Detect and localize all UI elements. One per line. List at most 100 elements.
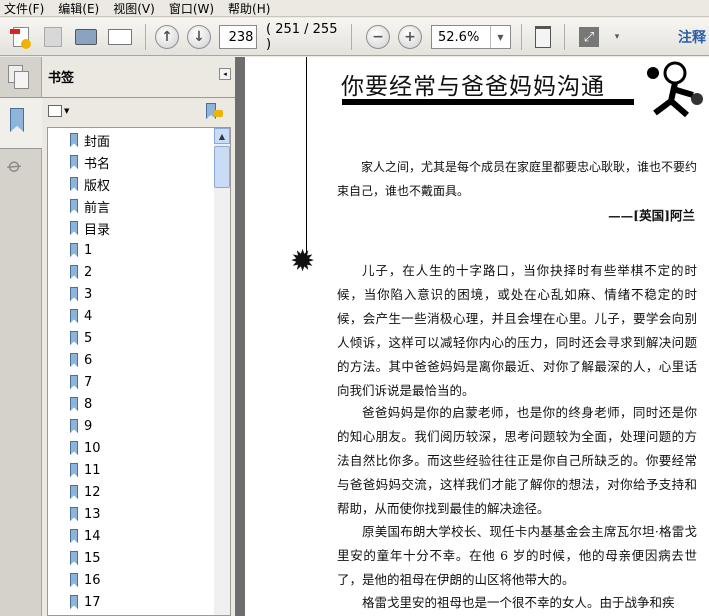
chevron-down-icon: ▼ [64,107,70,115]
epigraph-attribution: ——[英国]阿兰 [608,208,695,223]
margin-line [306,57,307,253]
menu-help[interactable]: 帮助(H) [228,0,270,17]
arrow-up-icon: ↑ [155,25,179,49]
scroll-thumb[interactable] [214,146,230,188]
pages-tab[interactable] [8,65,30,89]
bookmark-item[interactable]: 15 [70,548,101,568]
bookmark-item[interactable]: 3 [70,284,92,304]
bookmark-label: 2 [84,264,93,280]
bookmark-label: 11 [84,462,101,478]
collapse-panel-button[interactable]: ◂ [219,68,231,80]
bookmark-icon [70,309,78,323]
bookmark-icon [70,419,78,433]
panel-splitter[interactable] [235,57,245,616]
expand-bookmark-button[interactable] [206,103,224,121]
bookmark-icon [70,573,78,587]
bookmark-item[interactable]: 目录 [70,218,110,238]
attachments-tab[interactable]: ⌀ [3,152,37,186]
bookmark-list: 封面 书名 版权 前言 目录 1 2 3 4 5 6 7 8 9 10 11 12 13 14 15 16 17 ▲ [47,127,231,616]
bookmark-item[interactable]: 7 [70,372,92,392]
bookmark-label: 目录 [84,222,111,238]
fit-page-button[interactable] [532,24,554,50]
create-pdf-icon [10,27,31,49]
bookmark-icon [70,331,78,345]
bookmark-icon [70,507,78,521]
zoom-out-button[interactable]: − [365,24,391,50]
bookmark-icon [70,221,78,235]
zoom-value: 52.6% [438,29,480,45]
previous-page-button[interactable]: ↑ [154,24,180,50]
bookmark-item[interactable]: 13 [70,504,101,524]
chapter-title: 你要经常与爸爸妈妈沟通 [341,74,605,100]
cartoon-figure-icon [637,59,707,123]
fit-page-icon [535,26,551,48]
bookmark-label: 前言 [84,200,111,216]
bookmark-label: 书名 [84,156,111,172]
bookmark-icon [70,375,78,389]
bookmark-icon [70,485,78,499]
bookmark-item[interactable]: 前言 [70,196,110,216]
bookmark-icon [70,199,78,213]
bookmark-item[interactable]: 版权 [70,174,110,194]
bookmark-icon [70,397,78,411]
save-icon [44,27,62,47]
comment-button[interactable]: 注释 [678,24,709,50]
bookmark-item[interactable]: 16 [70,570,101,590]
email-icon [108,29,132,45]
menu-edit[interactable]: 编辑(E) [58,0,99,17]
print-button[interactable] [72,24,100,50]
body-paragraph: 原美国布朗大学校长、现任卡内基基金会主席瓦尔坦·格雷戈里安的童年十分不幸。在他 … [337,524,697,587]
bookmark-label: 4 [84,308,93,324]
bookmark-item[interactable]: 17 [70,592,101,612]
scroll-up-button[interactable]: ▲ [214,128,230,144]
page-number-input[interactable]: 238 [219,25,257,49]
bookmark-item[interactable]: 6 [70,350,92,370]
email-button[interactable] [106,24,134,50]
zoom-in-button[interactable]: + [397,24,423,50]
epigraph-quote: 家人之间，尤其是每个成员在家庭里都要忠心耿耿，谁也不要约束自己，谁也不戴面具。 [337,160,698,198]
fullscreen-button[interactable]: ⤢ [576,24,602,50]
bookmark-label: 版权 [84,178,111,194]
body-paragraph: 爸爸妈妈是你的启蒙老师，也是你的终身老师，同时还是你的知心朋友。我们阅历较深，思… [337,405,697,516]
bookmark-item[interactable]: 10 [70,438,101,458]
bookmark-item[interactable]: 封面 [70,130,110,150]
menu-window[interactable]: 窗口(W) [169,0,214,17]
options-menu-button[interactable]: ▼ [48,105,69,117]
bookmark-item[interactable]: 8 [70,394,92,414]
chevron-down-icon[interactable]: ▼ [490,26,510,48]
bookmark-icon [10,108,24,132]
bookmark-item[interactable]: 书名 [70,152,110,172]
bookmark-icon [70,463,78,477]
bookmark-item[interactable]: 9 [70,416,92,436]
bookmarks-tab[interactable] [0,97,43,149]
save-button[interactable] [40,24,66,50]
menu-file[interactable]: 文件(F) [4,0,44,17]
bookmark-label: 封面 [84,134,111,150]
arrow-down-icon: ↓ [187,25,211,49]
bookmark-item[interactable]: 11 [70,460,101,480]
bookmark-item[interactable]: 14 [70,526,101,546]
create-pdf-button[interactable] [8,24,34,50]
zoom-select[interactable]: 52.6% ▼ [431,25,511,49]
bookmark-icon [70,177,78,191]
menu-view[interactable]: 视图(V) [113,0,155,17]
bookmark-icon [70,353,78,367]
bookmark-icon [70,243,78,257]
bookmark-item[interactable]: 1 [70,240,92,260]
document-page: ✹ 你要经常与爸爸妈妈沟通 家人之间，尤其是每个成员在家庭里都要忠心耿耿，谁也不… [245,57,709,616]
page-count: ( 251 / 255 ) [266,22,338,52]
bookmark-item[interactable]: 5 [70,328,92,348]
next-page-button[interactable]: ↓ [186,24,212,50]
bookmark-label: 1 [84,242,93,258]
print-icon [75,29,97,45]
bookmark-item[interactable]: 2 [70,262,92,282]
bookmark-icon [70,287,78,301]
scrollbar[interactable]: ▲ [214,128,230,615]
bookmark-label: 3 [84,286,93,302]
bookmark-icon [70,595,78,609]
plus-icon: + [398,25,422,49]
bookmark-item[interactable]: 12 [70,482,101,502]
toolbar-options-icon[interactable]: ▾ [610,24,624,50]
bookmark-item[interactable]: 4 [70,306,92,326]
body-paragraph: 儿子，在人生的十字路口，当你抉择时有些举棋不定的时候，当你陷入意识的困境，或处在… [337,263,697,398]
